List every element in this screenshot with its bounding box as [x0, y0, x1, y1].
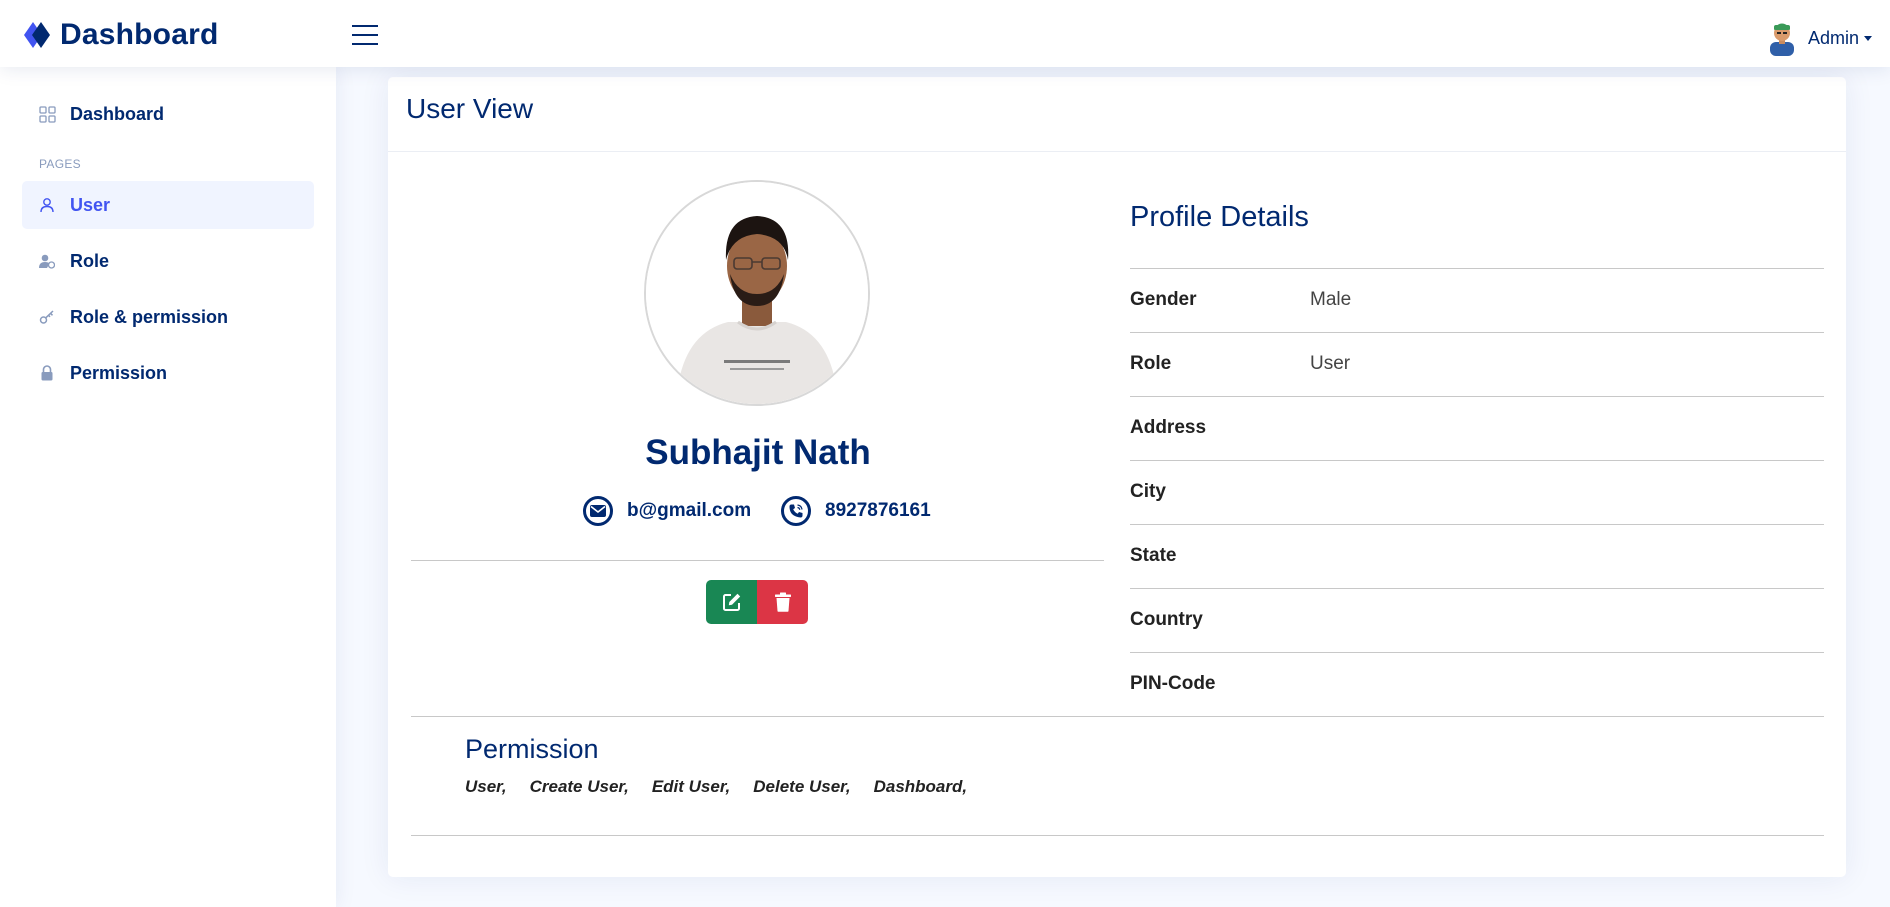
logo[interactable]: Dashboard — [22, 18, 219, 52]
trash-icon — [774, 592, 791, 612]
permission-title: Permission — [465, 734, 599, 764]
detail-label: State — [1130, 545, 1177, 566]
person-icon — [38, 196, 56, 214]
detail-row-pincode: PIN-Code — [1130, 652, 1824, 716]
detail-label: PIN-Code — [1130, 673, 1216, 694]
app-title: Dashboard — [60, 18, 219, 51]
permission-item: Dashboard, — [873, 777, 968, 796]
sidebar-item-label: Permission — [70, 362, 168, 383]
divider — [388, 151, 1846, 152]
grid-icon — [38, 105, 56, 123]
detail-row-gender: Gender Male — [1130, 268, 1824, 332]
logo-icon — [24, 22, 50, 48]
person-badge-icon — [38, 252, 56, 270]
sidebar-item-user[interactable]: User — [22, 181, 314, 229]
sidebar: Dashboard PAGES User Role Role & permiss… — [0, 67, 336, 907]
user-avatar — [644, 180, 870, 406]
lock-icon — [38, 364, 56, 382]
phone-icon — [781, 496, 811, 526]
phone-contact[interactable]: 8927876161 — [781, 496, 931, 526]
admin-profile-dropdown[interactable]: Admin — [1766, 20, 1872, 56]
sidebar-item-dashboard[interactable]: Dashboard — [22, 90, 314, 138]
detail-row-role: Role User — [1130, 332, 1824, 396]
sidebar-item-label: Role & permission — [70, 306, 229, 327]
divider — [411, 835, 1824, 836]
top-header: Dashboard Admin — [0, 0, 1890, 67]
menu-toggle-icon[interactable] — [352, 25, 378, 47]
sidebar-item-label: Dashboard — [70, 103, 165, 124]
divider — [411, 560, 1104, 561]
divider — [411, 716, 1824, 717]
detail-label: Role — [1130, 353, 1172, 374]
admin-avatar — [1769, 23, 1794, 56]
user-full-name: Subhajit Nath — [645, 433, 871, 472]
profile-details-list: Gender Male Role User Address City State… — [1130, 268, 1824, 716]
sidebar-item-label: Role — [70, 250, 110, 271]
sidebar-heading: PAGES — [39, 157, 81, 171]
profile-details-title: Profile Details — [1130, 201, 1309, 233]
edit-button[interactable] — [706, 580, 757, 624]
detail-label: Gender — [1130, 289, 1197, 310]
sidebar-item-role-permission[interactable]: Role & permission — [22, 293, 314, 341]
detail-row-country: Country — [1130, 588, 1824, 652]
admin-name: Admin — [1807, 27, 1859, 48]
detail-row-city: City — [1130, 460, 1824, 524]
user-phone: 8927876161 — [825, 500, 931, 521]
detail-label: Country — [1130, 609, 1203, 630]
edit-icon — [722, 593, 740, 611]
detail-value: User — [1310, 353, 1351, 374]
detail-label: Address — [1130, 417, 1207, 438]
user-email: b@gmail.com — [627, 500, 752, 521]
permission-list: User, Create User, Edit User, Delete Use… — [465, 777, 990, 797]
envelope-icon — [583, 496, 613, 526]
permission-item: Create User, — [529, 777, 629, 796]
sidebar-item-label: User — [70, 194, 111, 215]
chevron-down-icon — [1864, 35, 1872, 41]
permission-item: Delete User, — [753, 777, 851, 796]
detail-row-state: State — [1130, 524, 1824, 588]
email-contact[interactable]: b@gmail.com — [583, 496, 751, 526]
page-title: User View — [406, 93, 534, 124]
detail-row-address: Address — [1130, 396, 1824, 460]
action-buttons — [706, 580, 808, 624]
sidebar-item-permission[interactable]: Permission — [22, 349, 314, 397]
permission-item: Edit User, — [651, 777, 731, 796]
detail-label: City — [1130, 481, 1166, 502]
user-view-card: User View Subhajit Nath b@gmail.com 8927… — [388, 77, 1846, 877]
permission-item: User, — [465, 777, 507, 796]
delete-button[interactable] — [757, 580, 808, 624]
detail-value: Male — [1310, 289, 1352, 310]
key-icon — [38, 308, 56, 326]
sidebar-item-role[interactable]: Role — [22, 237, 314, 285]
